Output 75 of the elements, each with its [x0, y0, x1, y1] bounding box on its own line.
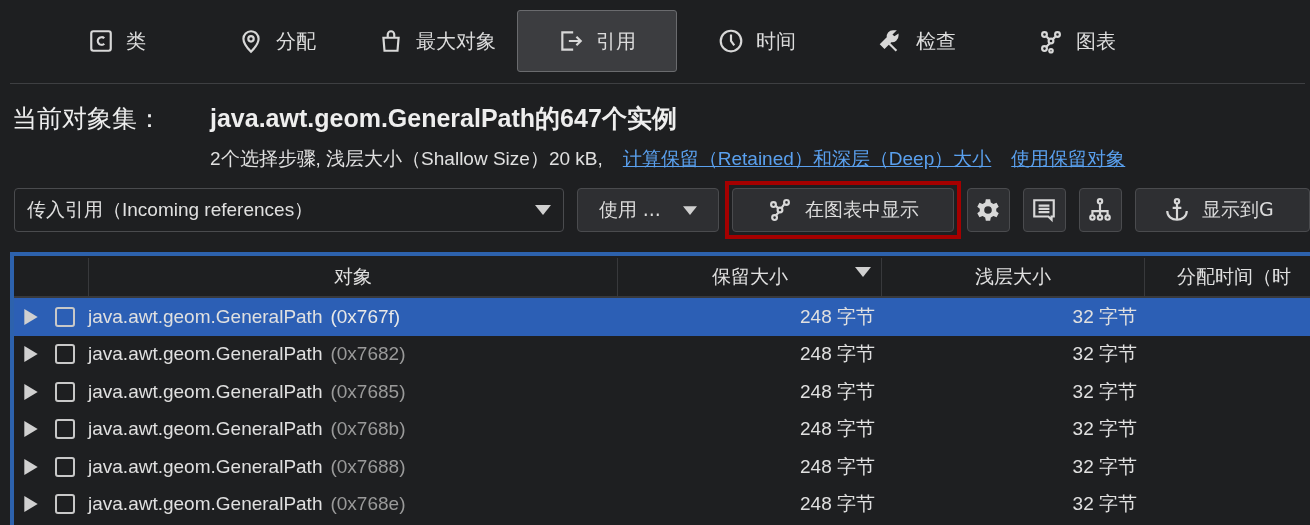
table-row[interactable]: java.awt.geom.GeneralPath (0x768e) 248 字节 32 字节: [14, 485, 1310, 523]
tab[interactable]: 分配: [197, 10, 357, 72]
object-name: java.awt.geom.GeneralPath: [88, 418, 323, 441]
row-checkbox[interactable]: [55, 419, 75, 440]
object-address: (0x768b): [330, 418, 406, 441]
tab[interactable]: 图表: [997, 10, 1157, 72]
expand-icon[interactable]: [24, 421, 38, 438]
retained-size: 248 字节: [800, 304, 875, 329]
expand-icon[interactable]: [24, 458, 38, 475]
object-address: (0x7682): [330, 343, 406, 366]
shallow-size: 32 字节: [1072, 417, 1137, 442]
shallow-size: 32 字节: [1072, 454, 1137, 479]
object-set-label: 当前对象集：: [12, 103, 163, 135]
column-header[interactable]: 保留大小: [617, 258, 881, 296]
sort-descending-icon: [855, 267, 871, 277]
row-checkbox[interactable]: [55, 494, 75, 515]
graph-icon: [1038, 28, 1064, 54]
row-checkbox[interactable]: [55, 456, 75, 477]
reference-dropdown[interactable]: 传入引用（Incoming references）: [14, 188, 564, 232]
comment-icon: [1031, 197, 1058, 223]
column-header[interactable]: 浅层大小: [881, 258, 1144, 296]
retained-size: 248 字节: [800, 379, 875, 404]
exit-arrow-icon: [558, 28, 584, 54]
shallow-size: 32 字节: [1072, 342, 1137, 367]
object-set-title: java.awt.geom.GeneralPath的647个实例: [210, 103, 677, 134]
row-checkbox[interactable]: [55, 381, 75, 402]
selection-summary: 2个选择步骤, 浅层大小（Shallow Size）20 kB,: [210, 147, 603, 171]
retained-size: 248 字节: [800, 492, 875, 517]
table-row[interactable]: java.awt.geom.GeneralPath (0x7682) 248 字节 32 字节: [14, 335, 1310, 373]
link[interactable]: 计算保留（Retained）和深层（Deep）大小: [622, 146, 992, 174]
class-icon: [88, 28, 114, 54]
expand-icon[interactable]: [24, 383, 38, 400]
column-header[interactable]: 对象: [88, 258, 617, 296]
expand-icon[interactable]: [24, 496, 38, 513]
table-row[interactable]: java.awt.geom.GeneralPath (0x7688) 248 字节 32 字节: [14, 448, 1310, 486]
object-address: (0x7685): [330, 380, 406, 403]
settings-icon: [975, 197, 1002, 223]
object-name: java.awt.geom.GeneralPath: [88, 455, 323, 478]
hierarchy-icon: [1087, 197, 1114, 223]
use-button[interactable]: 使用 ...: [576, 188, 719, 232]
shallow-size: 32 字节: [1072, 492, 1137, 517]
object-name: java.awt.geom.GeneralPath: [88, 380, 323, 403]
caret-icon: [534, 205, 551, 215]
comment-button[interactable]: [1022, 188, 1066, 232]
object-name: java.awt.geom.GeneralPath: [88, 343, 323, 366]
shallow-size: 32 字节: [1072, 304, 1137, 329]
object-name: java.awt.geom.GeneralPath: [88, 493, 323, 516]
retained-size: 248 字节: [800, 417, 875, 442]
retained-size: 248 字节: [800, 454, 875, 479]
caret-icon: [682, 205, 697, 215]
show-in-graph-button[interactable]: 在图表中显示: [731, 188, 954, 232]
row-checkbox[interactable]: [55, 344, 75, 365]
table-row[interactable]: java.awt.geom.GeneralPath (0x7685) 248 字节 32 字节: [14, 373, 1310, 411]
object-address: (0x768e): [330, 493, 406, 516]
tab[interactable]: 引用: [517, 10, 677, 72]
link[interactable]: 使用保留对象: [1011, 146, 1126, 174]
tab[interactable]: 检查: [837, 10, 997, 72]
retained-size: 248 字节: [800, 342, 875, 367]
shallow-size: 32 字节: [1072, 379, 1137, 404]
row-checkbox[interactable]: [55, 306, 75, 327]
show-gc-root-button[interactable]: 显示到G: [1135, 188, 1310, 232]
settings-button[interactable]: [966, 188, 1010, 232]
tab[interactable]: 类: [37, 10, 197, 72]
hierarchy-button[interactable]: [1078, 188, 1122, 232]
tab[interactable]: 时间: [677, 10, 837, 72]
tab[interactable]: 最大对象: [357, 10, 517, 72]
object-name: java.awt.geom.GeneralPath: [88, 305, 323, 328]
expand-icon[interactable]: [24, 346, 38, 363]
object-address: (0x767f): [330, 305, 401, 328]
column-header[interactable]: 分配时间（时: [1144, 258, 1310, 296]
table-row[interactable]: java.awt.geom.GeneralPath (0x768b) 248 字节 32 字节: [14, 410, 1310, 448]
anchor-icon: [1164, 197, 1190, 223]
table-row[interactable]: java.awt.geom.GeneralPath (0x767f) 248 字节 32 字节: [14, 298, 1310, 336]
clock-icon: [718, 28, 744, 54]
object-address: (0x7688): [330, 455, 406, 478]
